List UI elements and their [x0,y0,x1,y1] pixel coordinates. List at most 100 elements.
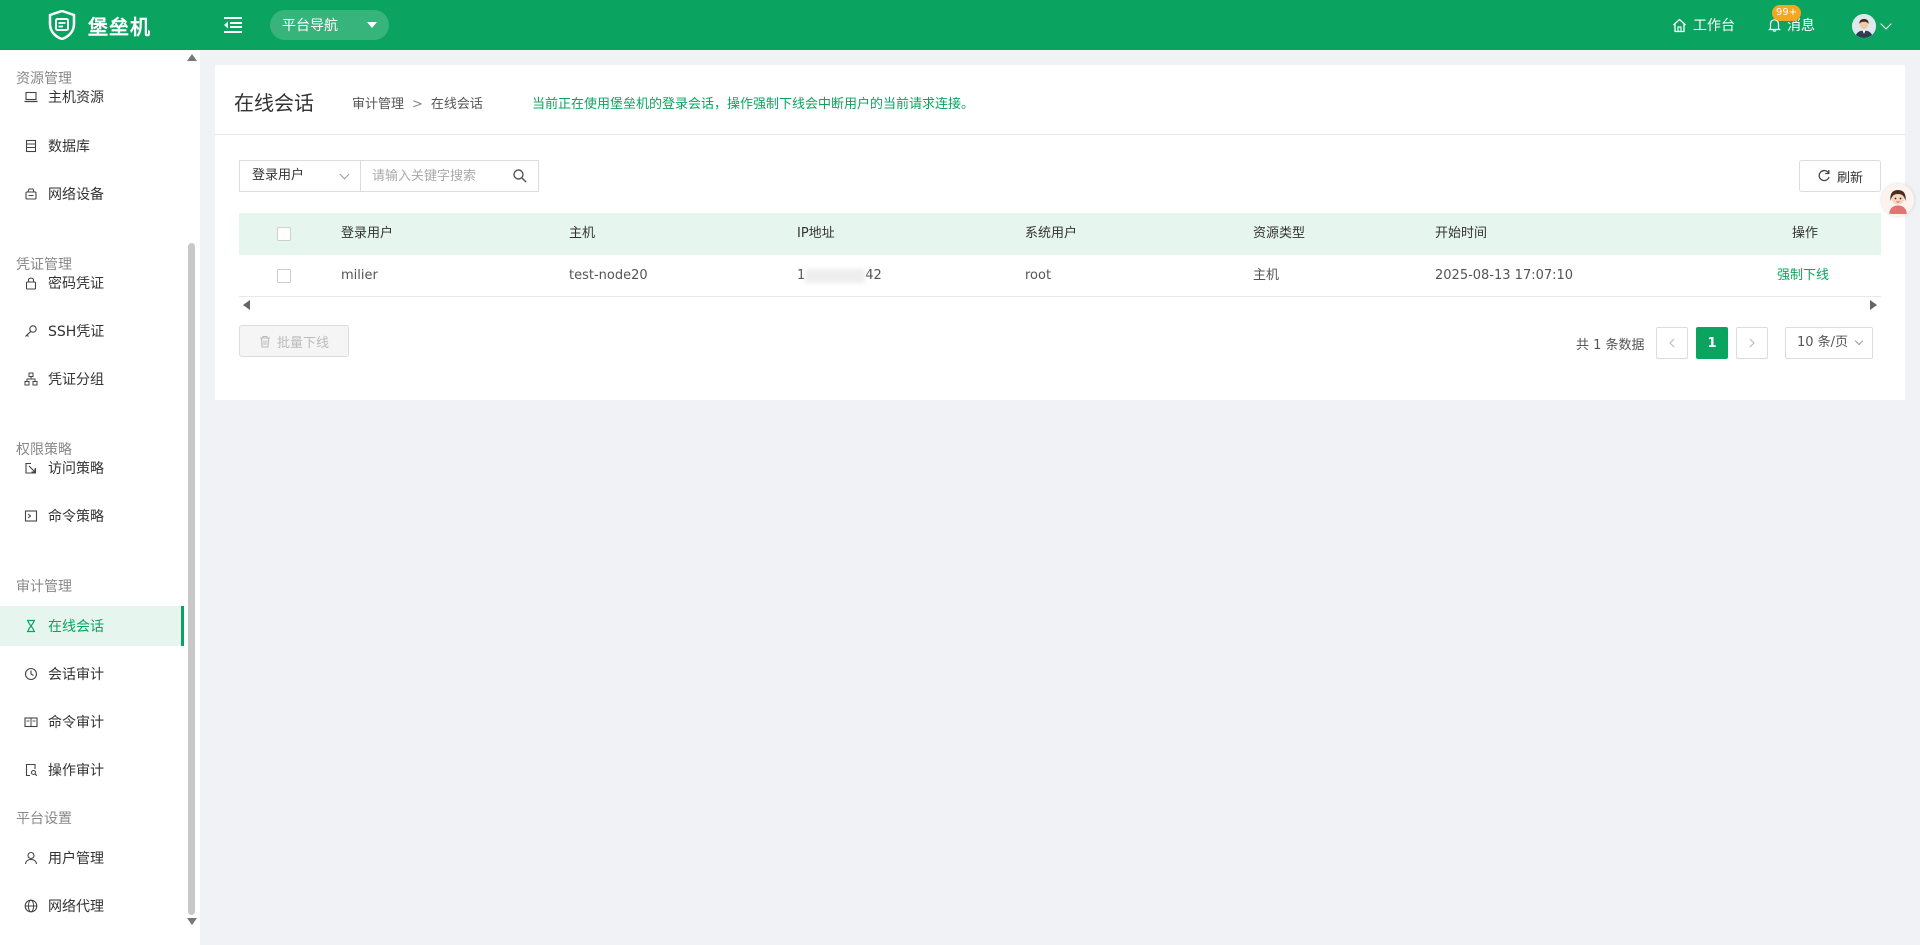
chevron-down-icon[interactable] [1880,18,1892,30]
cell-start-time: 2025-08-13 17:07:10 [1435,268,1574,283]
home-icon [1673,18,1686,32]
clock-icon [24,667,38,681]
sidebar-item-label: 凭证分组 [48,372,104,388]
key-icon [24,324,38,338]
sidebar-item-user-management[interactable]: 用户管理 [0,838,184,878]
sidebar-item-label: 数据库 [48,139,90,155]
group-title-audit: 审计管理 [16,579,72,595]
assistant-avatar-icon [1882,184,1914,216]
sidebar-item-command-audit[interactable]: 命令审计 [0,702,184,742]
sidebar-item-label: 访问策略 [48,461,104,477]
platform-nav-label: 平台导航 [282,18,338,34]
batch-offline-label: 批量下线 [276,335,329,351]
sidebar-item-command-policy[interactable]: 命令策略 [0,496,184,536]
content-card: 登录用户 刷新 登录用户 主机 IP地址 系统用户 资源类型 开始时间 操作 m… [215,135,1905,400]
brand[interactable]: 堡垒机 [48,10,151,40]
scroll-down-arrow-icon[interactable] [187,918,197,925]
trash-icon [259,335,270,348]
refresh-label: 刷新 [1836,170,1863,186]
page-number-current[interactable]: 1 [1696,327,1728,359]
sidebar-item-network-proxy[interactable]: 网络代理 [0,886,184,926]
sidebar-item-network-device[interactable]: 网络设备 [0,174,184,214]
platform-nav-select[interactable]: 平台导航 [270,10,389,40]
column-header-resource-type: 资源类型 [1253,226,1306,241]
user-icon [24,851,38,865]
cell-host: test-node20 [569,268,648,283]
top-bar: 堡垒机 平台导航 工作台 消息 99+ [0,0,1920,50]
select-all-checkbox[interactable] [277,227,291,241]
cell-system-user: root [1025,268,1052,283]
hierarchy-icon [24,372,38,386]
sidebar-item-online-session[interactable]: 在线会话 [0,606,184,646]
column-header-system-user: 系统用户 [1025,226,1078,241]
database-icon [24,139,38,153]
sidebar-item-label: 用户管理 [48,851,104,867]
sidebar-item-access-policy[interactable]: 访问策略 [0,448,184,488]
sidebar-item-label: 命令策略 [48,509,104,525]
column-header-ip: IP地址 [797,226,835,241]
laptop-icon [24,90,38,104]
scroll-right-arrow-icon[interactable] [1870,300,1877,310]
breadcrumb-item-current: 在线会话 [430,97,483,112]
user-avatar-icon [1852,14,1876,38]
menu-fold-icon[interactable] [222,15,244,35]
sidebar-item-operation-audit[interactable]: 操作审计 [0,750,184,790]
ip-redacted-mask [805,268,866,283]
scroll-left-arrow-icon[interactable] [243,300,250,310]
filter-field-value: 登录用户 [252,168,305,183]
refresh-button[interactable]: 刷新 [1799,160,1881,192]
globe-icon [24,899,38,913]
message-count-badge: 99+ [1772,5,1802,21]
file-search-icon [24,763,38,777]
scroll-up-arrow-icon[interactable] [187,54,197,61]
table-header: 登录用户 主机 IP地址 系统用户 资源类型 开始时间 操作 [239,213,1881,255]
book-icon [24,715,38,729]
batch-offline-button[interactable]: 批量下线 [239,325,349,357]
workbench-label: 工作台 [1693,18,1735,34]
total-count: 共 1 条数据 [1576,338,1645,353]
page-tip: 当前正在使用堡垒机的登录会话，操作强制下线会中断用户的当前请求连接。 [532,97,975,112]
force-offline-link[interactable]: 强制下线 [1777,255,1829,297]
sidebar-item-host-resource[interactable]: 主机资源 [0,77,184,117]
column-header-start-time: 开始时间 [1435,226,1488,241]
sidebar-item-ssh-credential[interactable]: SSH凭证 [0,311,184,351]
breadcrumb-item-audit[interactable]: 审计管理 [352,97,404,112]
search-icon[interactable] [512,168,528,184]
refresh-icon [1818,169,1830,182]
user-avatar[interactable] [1852,14,1876,38]
sidebar-item-credential-group[interactable]: 凭证分组 [0,359,184,399]
sidebar-item-database[interactable]: 数据库 [0,126,184,166]
breadcrumb-separator: > [412,97,423,112]
sidebar-item-session-audit[interactable]: 会话审计 [0,654,184,694]
filter-field-select[interactable]: 登录用户 [239,160,360,192]
ip-suffix: 42 [865,268,882,283]
shield-logo-icon [48,10,76,40]
page-size-value: 10 条/页 [1797,335,1849,350]
sidebar-item-label: 命令审计 [48,715,104,731]
page-title: 在线会话 [234,91,314,115]
sidebar-scrollbar[interactable] [185,50,197,934]
sidebar-item-password-credential[interactable]: 密码凭证 [0,263,184,303]
workbench-link[interactable]: 工作台 [1672,0,1735,50]
page-size-select[interactable]: 10 条/页 [1785,327,1873,359]
app-title: 堡垒机 [88,14,151,39]
sidebar-item-label: 网络设备 [48,187,104,203]
sidebar-item-label: 操作审计 [48,763,104,779]
cell-resource-type: 主机 [1253,268,1280,283]
sidebar-item-label: SSH凭证 [48,324,105,340]
row-checkbox[interactable] [277,269,291,283]
sidebar-item-label: 密码凭证 [48,276,104,292]
scrollbar-thumb[interactable] [188,243,195,915]
sidebar-item-label: 网络代理 [48,899,104,915]
cell-login-user: milier [341,268,378,283]
router-icon [24,187,38,201]
sidebar-item-label: 主机资源 [48,90,104,106]
next-page-button[interactable] [1736,327,1768,359]
prev-page-button[interactable] [1656,327,1688,359]
column-header-host: 主机 [569,226,596,241]
hourglass-icon [24,619,38,633]
sidebar: 资源管理 主机资源 数据库 网络设备 凭证管理 密码凭证 SSH凭证 凭证分组 … [0,50,200,945]
table-row: milier test-node20 1 42 root 主机 2025-08-1… [239,255,1881,297]
assistant-avatar[interactable] [1882,184,1914,216]
lock-icon [24,276,38,290]
